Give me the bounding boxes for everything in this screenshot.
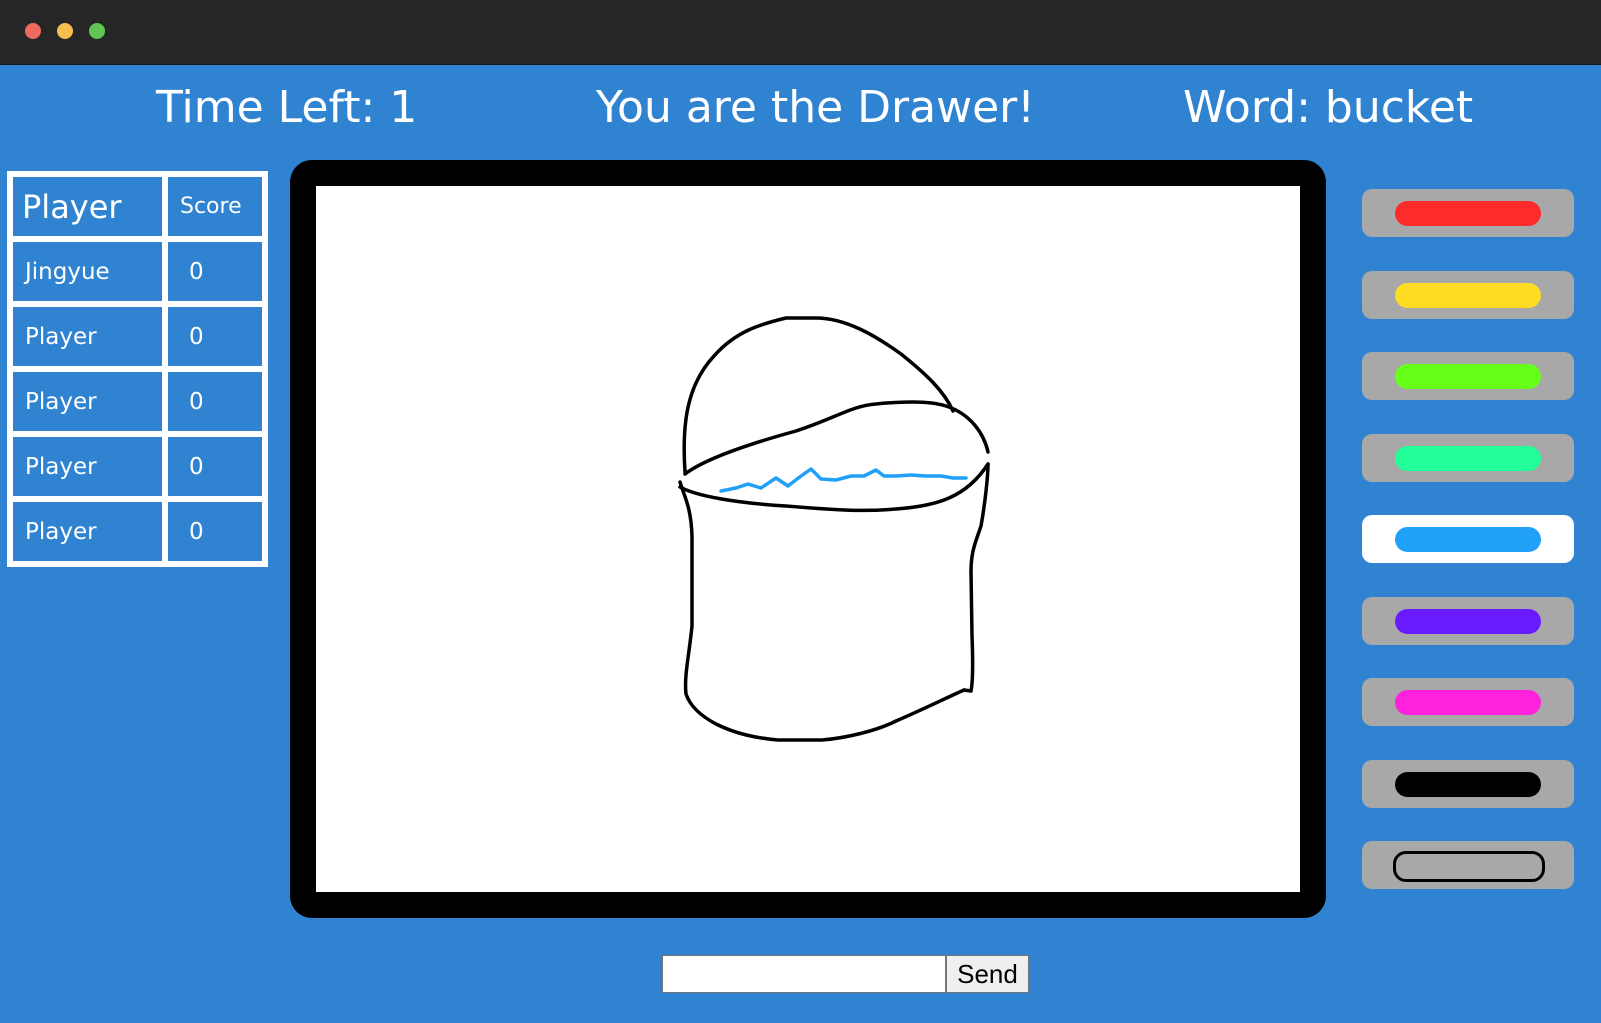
color-palette [1362,189,1574,923]
color-bar [1395,445,1541,471]
table-row: Player 0 [10,434,265,499]
table-row: Player 0 [10,369,265,434]
drawing-canvas[interactable] [316,186,1300,892]
color-bar [1395,608,1541,634]
color-bar [1395,527,1541,552]
score-column-header: Score [165,174,265,239]
bucket-rim-bottom-stroke [678,462,990,513]
close-window-button[interactable] [25,23,41,39]
table-row: Player 0 [10,304,265,369]
player-score: 0 [165,304,265,369]
color-swatch-black[interactable] [1362,759,1574,808]
color-swatch-yellow[interactable] [1362,270,1574,319]
eraser-button[interactable] [1362,841,1574,889]
player-name: Jingyue [10,239,165,304]
eraser-icon [1393,851,1545,882]
player-score: 0 [165,499,265,564]
color-bar [1395,282,1541,308]
player-name: Player [10,304,165,369]
window-titlebar [0,0,1601,65]
color-bar [1395,201,1541,226]
color-swatch-magenta[interactable] [1362,678,1574,726]
player-name: Player [10,499,165,564]
color-swatch-mint[interactable] [1362,433,1574,482]
drawing-canvas-frame [290,160,1326,918]
player-score: 0 [165,434,265,499]
color-swatch-purple[interactable] [1362,596,1574,645]
scoreboard-table: Player Score Jingyue 0 Player 0 Player 0… [7,171,268,567]
table-row: Jingyue 0 [10,239,265,304]
bucket-drawing [678,316,990,742]
role-message: You are the Drawer! [596,82,1035,133]
color-bar [1395,690,1541,715]
player-name: Player [10,369,165,434]
send-button[interactable]: Send [946,955,1029,993]
minimize-window-button[interactable] [57,23,73,39]
bucket-rim-top-stroke [683,400,990,476]
color-swatch-green[interactable] [1362,352,1574,400]
maximize-window-button[interactable] [89,23,105,39]
chat-input[interactable] [662,955,946,993]
bucket-body-left-stroke [678,480,966,742]
player-score: 0 [165,369,265,434]
color-bar [1395,771,1541,797]
player-column-header: Player [10,174,165,239]
player-name: Player [10,434,165,499]
black-strokes [678,316,990,742]
color-swatch-red[interactable] [1362,189,1574,237]
color-swatch-blue[interactable] [1362,515,1574,563]
water-line-stroke [719,467,968,493]
bucket-body-right-stroke [962,462,990,693]
color-bar [1395,364,1541,389]
player-score: 0 [165,239,265,304]
time-left-label: Time Left: 1 [156,82,418,133]
word-label: Word: bucket [1183,82,1474,133]
chat-bar: Send [662,955,1029,993]
bucket-handle-stroke [682,316,955,474]
table-row: Player 0 [10,499,265,564]
scoreboard-header-row: Player Score [10,174,265,239]
